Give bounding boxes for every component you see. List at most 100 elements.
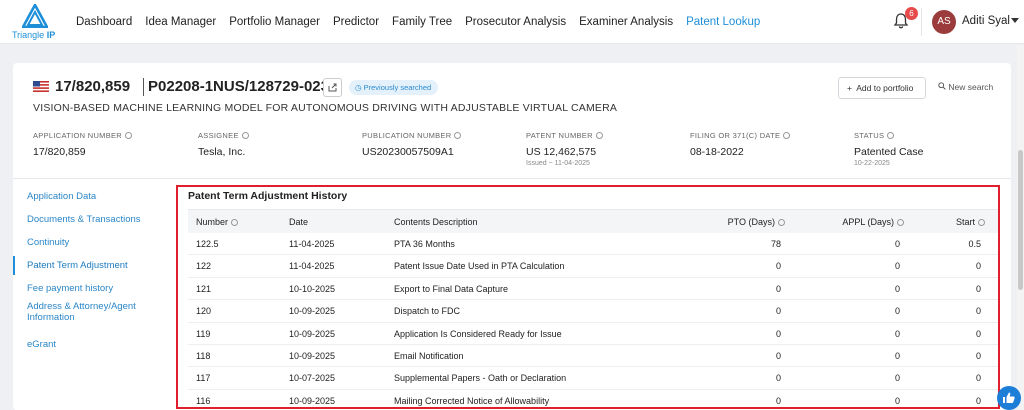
clock-icon: ◷ [355, 83, 362, 92]
table-row[interactable]: 122.5 11-04-2025 PTA 36 Months 78 0 0.5 [188, 233, 998, 256]
nav-item-examiner-analysis[interactable]: Examiner Analysis [579, 16, 673, 28]
cell-appl-days: 0 [894, 373, 900, 384]
column-header-contents[interactable]: Contents Description [394, 217, 478, 227]
card-divider [13, 178, 1011, 179]
nav-item-prosecutor-analysis[interactable]: Prosecutor Analysis [465, 16, 566, 28]
table-row[interactable]: 120 10-09-2025 Dispatch to FDC 0 0 0 [188, 300, 998, 323]
new-search-label: New search [948, 82, 994, 92]
avatar[interactable]: AS [932, 10, 956, 34]
share-button[interactable] [323, 78, 342, 97]
triangle-logo-icon [22, 4, 48, 28]
sidebar-item-continuity[interactable]: Continuity [13, 231, 163, 254]
share-icon [328, 83, 337, 92]
cell-date: 11-04-2025 [289, 239, 335, 249]
meta-patent-number: PATENT NUMBER US 12,462,575 Issued ~ 11-… [526, 131, 603, 167]
table-row[interactable]: 119 10-09-2025 Application Is Considered R… [188, 323, 998, 345]
cell-date: 10-09-2025 [289, 350, 336, 361]
cell-start: 0 [975, 328, 981, 339]
info-icon[interactable] [978, 219, 985, 226]
pta-history-panel: Patent Term Adjustment History Number Da… [176, 185, 1000, 409]
sidebar-item-address-attorney[interactable]: Address & Attorney/Agent Information [13, 300, 143, 333]
nav-item-patent-lookup[interactable]: Patent Lookup [686, 16, 760, 28]
previously-searched-label: Previously searched [363, 83, 432, 92]
cell-start: 0 [975, 261, 981, 272]
pta-table: Number Date Contents Description PTO (Da… [188, 209, 998, 407]
nav-item-idea-manager[interactable]: Idea Manager [145, 16, 216, 28]
sidebar-item-application-data[interactable]: Application Data [13, 185, 163, 208]
cell-date: 10-09-2025 [289, 395, 336, 406]
table-row[interactable]: 118 10-09-2025 Email Notification 0 0 0 [188, 345, 998, 368]
cell-start: 0 [975, 350, 981, 361]
info-icon[interactable] [783, 132, 791, 139]
cell-pto-days: 0 [775, 328, 781, 339]
cell-number: 120 [196, 306, 212, 317]
cell-appl-days: 0 [894, 350, 900, 361]
cell-number: 121 [196, 283, 212, 294]
info-icon[interactable] [454, 132, 462, 139]
cell-pto-days: 78 [770, 239, 781, 249]
cell-date: 10-09-2025 [289, 328, 336, 339]
info-icon[interactable] [241, 132, 249, 139]
nav-item-family-tree[interactable]: Family Tree [392, 16, 452, 28]
cell-description: Export to Final Data Capture [394, 283, 509, 294]
triangle-ip-logo[interactable]: Triangle IP [12, 4, 58, 40]
table-row[interactable]: 117 10-07-2025 Supplemental Papers - Oath … [188, 367, 998, 390]
cell-number: 122 [196, 261, 212, 272]
scrollbar-thumb[interactable] [1018, 150, 1023, 290]
column-header-date[interactable]: Date [289, 217, 308, 227]
meta-assignee: ASSIGNEE Tesla, Inc. [198, 131, 249, 158]
sidebar-item-fee-payment-history[interactable]: Fee payment history [13, 277, 163, 300]
table-row[interactable]: 116 10-09-2025 Mailing Corrected Notice of… [188, 390, 998, 407]
cell-pto-days: 0 [775, 373, 781, 384]
info-icon[interactable] [897, 219, 904, 226]
cell-appl-days: 0 [894, 395, 900, 406]
sidebar-item-egrant[interactable]: eGrant [13, 333, 163, 356]
info-icon[interactable] [887, 132, 895, 139]
cell-start: 0 [975, 373, 981, 384]
user-name[interactable]: Aditi Syal [962, 15, 1010, 27]
meta-status: STATUS Patented Case 10-22-2025 [854, 131, 924, 167]
info-icon[interactable] [231, 219, 239, 226]
feedback-button[interactable] [997, 386, 1021, 410]
table-row[interactable]: 122 11-04-2025 Patent Issue Date Used in P… [188, 255, 998, 278]
cell-start: 0 [975, 306, 981, 317]
table-row[interactable]: 121 10-10-2025 Export to Final Data Captur… [188, 278, 998, 301]
cell-date: 10-07-2025 [289, 373, 336, 384]
cell-number: 119 [196, 328, 211, 339]
column-header-start[interactable]: Start [956, 217, 985, 227]
meta-application-number: APPLICATION NUMBER 17/820,859 [33, 131, 133, 158]
sidebar-item-documents-transactions[interactable]: Documents & Transactions [13, 208, 163, 231]
application-number-title: 17/820,859 [55, 78, 131, 95]
table-body: 122.5 11-04-2025 PTA 36 Months 78 0 0.5 122 11-… [188, 233, 998, 407]
column-header-pto-days[interactable]: PTO (Days) [728, 217, 785, 227]
column-header-number[interactable]: Number [196, 217, 239, 227]
chevron-down-icon[interactable] [1011, 18, 1019, 23]
info-icon[interactable] [595, 132, 603, 139]
info-icon[interactable] [778, 219, 785, 226]
add-to-portfolio-button[interactable]: + Add to portfolio [838, 77, 926, 99]
nav-item-dashboard[interactable]: Dashboard [76, 16, 132, 28]
section-sidebar: Application Data Documents & Transaction… [13, 185, 163, 356]
sidebar-item-patent-term-adjustment[interactable]: Patent Term Adjustment [13, 254, 163, 277]
cell-number: 122.5 [196, 239, 219, 249]
cell-description: Mailing Corrected Notice of Allowability [394, 395, 550, 406]
info-icon[interactable] [125, 132, 133, 139]
invention-title: VISION-BASED MACHINE LEARNING MODEL FOR … [33, 102, 618, 114]
cell-description: PTA 36 Months [394, 239, 455, 249]
cell-pto-days: 0 [775, 395, 781, 406]
cell-start: 0 [975, 395, 981, 406]
cell-number: 118 [196, 350, 211, 361]
new-search-button[interactable]: New search [938, 82, 993, 92]
cell-pto-days: 0 [775, 261, 781, 272]
navbar-divider [921, 8, 922, 36]
previously-searched-badge: ◷ Previously searched [349, 80, 439, 95]
top-navbar: Triangle IP Dashboard Idea Manager Portfol… [0, 0, 1024, 44]
brand-name: Triangle IP [12, 30, 56, 40]
nav-item-predictor[interactable]: Predictor [333, 16, 379, 28]
cell-number: 116 [196, 395, 211, 406]
nav-item-portfolio-manager[interactable]: Portfolio Manager [229, 16, 320, 28]
column-header-appl-days[interactable]: APPL (Days) [842, 217, 904, 227]
cell-appl-days: 0 [894, 328, 900, 339]
cell-pto-days: 0 [775, 306, 781, 317]
main-nav: Dashboard Idea Manager Portfolio Manager Pr… [76, 0, 760, 44]
